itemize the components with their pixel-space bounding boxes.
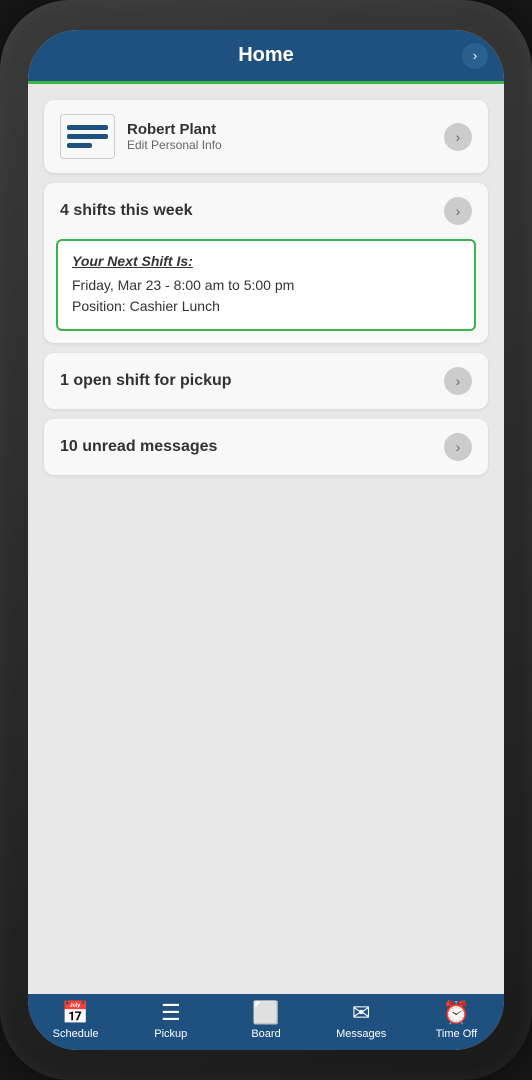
open-shift-arrow-icon[interactable]: ›: [444, 367, 472, 395]
nav-label-schedule: Schedule: [53, 1028, 99, 1040]
header-title: Home: [238, 44, 294, 67]
profile-line-2: [67, 134, 108, 139]
profile-avatar: [60, 114, 115, 159]
next-shift-box: Your Next Shift Is: Friday, Mar 23 - 8:0…: [56, 239, 476, 331]
app-content: Robert Plant Edit Personal Info › 4 shif…: [28, 84, 504, 994]
next-shift-position: Position: Cashier Lunch: [72, 296, 460, 317]
bottom-nav: 📅 Schedule ☰ Pickup ⬜ Board ✉ Messages ⏰…: [28, 994, 504, 1050]
next-shift-label: Your Next Shift Is:: [72, 253, 460, 269]
profile-edit-label: Edit Personal Info: [127, 138, 222, 152]
nav-item-pickup[interactable]: ☰ Pickup: [123, 1002, 218, 1040]
profile-card-left: Robert Plant Edit Personal Info: [60, 114, 222, 159]
profile-card[interactable]: Robert Plant Edit Personal Info ›: [44, 100, 488, 173]
shifts-header[interactable]: 4 shifts this week ›: [44, 183, 488, 239]
open-shift-text: 1 open shift for pickup: [60, 372, 232, 390]
nav-item-schedule[interactable]: 📅 Schedule: [28, 1002, 123, 1040]
messages-nav-icon: ✉: [352, 1002, 370, 1024]
phone-frame: Home › Robert Plant Edit Personal Info: [0, 0, 532, 1080]
board-icon: ⬜: [252, 1002, 279, 1024]
app-header: Home ›: [28, 30, 504, 84]
open-shift-row[interactable]: 1 open shift for pickup ›: [44, 353, 488, 409]
messages-arrow-icon[interactable]: ›: [444, 433, 472, 461]
timeoff-icon: ⏰: [443, 1002, 470, 1024]
messages-row[interactable]: 10 unread messages ›: [44, 419, 488, 475]
nav-label-pickup: Pickup: [154, 1028, 187, 1040]
shifts-summary: 4 shifts this week: [60, 202, 193, 220]
profile-info: Robert Plant Edit Personal Info: [127, 121, 222, 152]
messages-text: 10 unread messages: [60, 438, 217, 456]
next-shift-date: Friday, Mar 23 - 8:00 am to 5:00 pm: [72, 275, 460, 296]
phone-screen: Home › Robert Plant Edit Personal Info: [28, 30, 504, 1050]
shifts-arrow-icon[interactable]: ›: [444, 197, 472, 225]
nav-item-timeoff[interactable]: ⏰ Time Off: [409, 1002, 504, 1040]
profile-line-3: [67, 143, 92, 148]
header-arrow-button[interactable]: ›: [462, 43, 488, 69]
nav-item-board[interactable]: ⬜ Board: [218, 1002, 313, 1040]
profile-arrow-icon[interactable]: ›: [444, 123, 472, 151]
nav-label-messages: Messages: [336, 1028, 386, 1040]
shifts-section: 4 shifts this week › Your Next Shift Is:…: [44, 183, 488, 343]
nav-item-messages[interactable]: ✉ Messages: [314, 1002, 409, 1040]
nav-label-board: Board: [251, 1028, 280, 1040]
pickup-icon: ☰: [161, 1002, 181, 1024]
header-chevron-icon: ›: [473, 48, 477, 63]
schedule-icon: 📅: [62, 1002, 89, 1024]
profile-name: Robert Plant: [127, 121, 222, 138]
nav-label-timeoff: Time Off: [436, 1028, 478, 1040]
profile-line-1: [67, 125, 108, 130]
